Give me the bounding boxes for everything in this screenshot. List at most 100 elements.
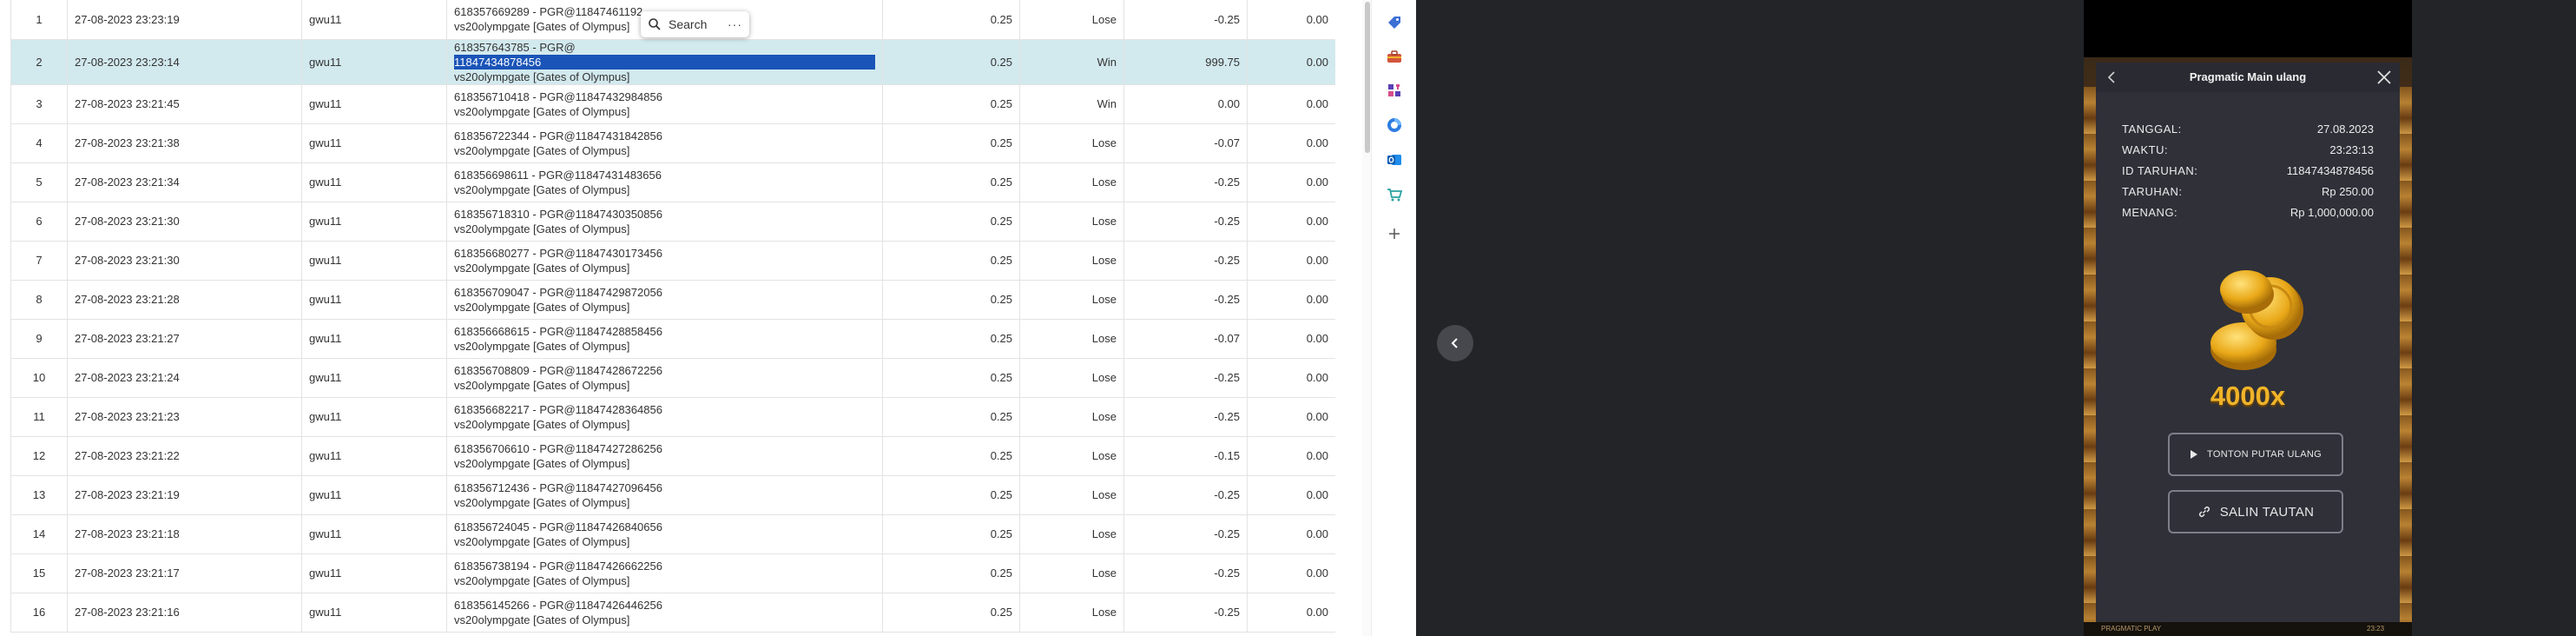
- cell-time: 27-08-2023 23:21:38: [67, 123, 302, 163]
- cell-result: Win: [1019, 84, 1124, 124]
- cell-no: 14: [10, 514, 68, 554]
- cell-reference: 618356708809 - PGR@11847428672256 vs20oly…: [446, 358, 883, 398]
- replay-button[interactable]: TONTON PUTAR ULANG: [2168, 433, 2343, 476]
- cell-balance: 0.00: [1247, 162, 1335, 202]
- cell-time: 27-08-2023 23:21:28: [67, 280, 302, 320]
- win-multiplier: 4000x: [2210, 381, 2286, 411]
- cell-user: gwu11: [301, 514, 447, 554]
- table-row[interactable]: 6 27-08-2023 23:21:30 gwu11 618356718310 - …: [10, 202, 1335, 242]
- info-row-date: TANGGAL: 27.08.2023: [2122, 123, 2374, 136]
- cell-user: gwu11: [301, 39, 447, 85]
- cell-balance: 0.00: [1247, 593, 1335, 633]
- close-icon[interactable]: [2375, 69, 2393, 86]
- table-row[interactable]: 15 27-08-2023 23:21:17 gwu11 618356738194 -…: [10, 553, 1335, 593]
- circle-app-icon[interactable]: [1385, 116, 1404, 135]
- cell-user: gwu11: [301, 123, 447, 163]
- cell-no: 15: [10, 553, 68, 593]
- copy-link-button-label: SALIN TAUTAN: [2219, 504, 2315, 520]
- chess-icon[interactable]: [1385, 81, 1404, 100]
- ref-line-2: vs20olympgate [Gates of Olympus]: [454, 143, 630, 157]
- table-row[interactable]: 8 27-08-2023 23:21:28 gwu11 618356709047 - …: [10, 280, 1335, 320]
- cell-balance: 0.00: [1247, 84, 1335, 124]
- cell-result: Lose: [1019, 162, 1124, 202]
- cell-result: Lose: [1019, 514, 1124, 554]
- ref-line-2: vs20olympgate [Gates of Olympus]: [454, 573, 630, 587]
- cell-balance: 0.00: [1247, 358, 1335, 398]
- ref-line-1: 618356709047 - PGR@11847429872056: [454, 285, 662, 299]
- search-popup[interactable]: Search ···: [641, 11, 749, 37]
- phone-status-area: [2084, 0, 2412, 57]
- cart-icon[interactable]: [1385, 185, 1404, 204]
- cell-bet: 0.25: [882, 0, 1020, 40]
- ref-line-1: 618356698611 - PGR@11847431483656: [454, 168, 662, 182]
- cell-balance: 0.00: [1247, 475, 1335, 515]
- toolbox-icon[interactable]: [1385, 47, 1404, 66]
- cell-result: Lose: [1019, 123, 1124, 163]
- cell-time: 27-08-2023 23:21:22: [67, 436, 302, 476]
- cell-time: 27-08-2023 23:21:30: [67, 241, 302, 281]
- table-row[interactable]: 10 27-08-2023 23:21:24 gwu11 618356708809 -…: [10, 358, 1335, 398]
- table-row[interactable]: 13 27-08-2023 23:21:19 gwu11 618356712436 -…: [10, 475, 1335, 515]
- cell-bet: 0.25: [882, 319, 1020, 359]
- cell-amount: -0.07: [1123, 123, 1248, 163]
- footer-brand: PRAGMATIC PLAY: [2101, 625, 2162, 633]
- cell-reference: 618356668615 - PGR@11847428858456 vs20oly…: [446, 319, 883, 359]
- cell-amount: -0.25: [1123, 553, 1248, 593]
- selected-text[interactable]: 11847434878456: [454, 54, 875, 70]
- cell-result: Lose: [1019, 319, 1124, 359]
- cell-time: 27-08-2023 23:21:24: [67, 358, 302, 398]
- cell-amount: -0.25: [1123, 397, 1248, 437]
- table-row[interactable]: 14 27-08-2023 23:21:18 gwu11 618356724045 -…: [10, 514, 1335, 554]
- ref-line-1: 618356706610 - PGR@11847427286256: [454, 441, 662, 455]
- table-row[interactable]: 4 27-08-2023 23:21:38 gwu11 618356722344 - …: [10, 123, 1335, 163]
- plus-icon[interactable]: [1385, 224, 1404, 243]
- ref-line-1: 618357643785 - PGR@ 11847434878456: [454, 40, 875, 70]
- ref-line-1: 618356682217 - PGR@11847428364856: [454, 402, 662, 416]
- ref-line-2: vs20olympgate [Gates of Olympus]: [454, 613, 630, 626]
- table-row[interactable]: 5 27-08-2023 23:21:34 gwu11 618356698611 - …: [10, 162, 1335, 202]
- cell-bet: 0.25: [882, 475, 1020, 515]
- cell-no: 9: [10, 319, 68, 359]
- table-row[interactable]: 11 27-08-2023 23:21:23 gwu11 618356682217 -…: [10, 397, 1335, 437]
- replay-button-label: TONTON PUTAR ULANG: [2207, 449, 2322, 460]
- cell-time: 27-08-2023 23:21:27: [67, 319, 302, 359]
- cell-bet: 0.25: [882, 397, 1020, 437]
- search-popup-label[interactable]: Search: [669, 17, 707, 31]
- cell-reference: 618356680277 - PGR@11847430173456 vs20oly…: [446, 241, 883, 281]
- cell-time: 27-08-2023 23:21:30: [67, 202, 302, 242]
- table-row[interactable]: 12 27-08-2023 23:21:22 gwu11 618356706610 -…: [10, 436, 1335, 476]
- outlook-icon[interactable]: [1385, 150, 1404, 169]
- table-row[interactable]: 3 27-08-2023 23:21:45 gwu11 618356710418 - …: [10, 84, 1335, 124]
- ref-line-1: 618356712436 - PGR@11847427096456: [454, 480, 662, 494]
- table-row[interactable]: 9 27-08-2023 23:21:27 gwu11 618356668615 - …: [10, 319, 1335, 359]
- more-options-icon[interactable]: ···: [728, 17, 742, 31]
- cell-bet: 0.25: [882, 593, 1020, 633]
- cell-bet: 0.25: [882, 84, 1020, 124]
- cell-time: 27-08-2023 23:21:18: [67, 514, 302, 554]
- cell-no: 12: [10, 436, 68, 476]
- replay-modal: Pragmatic Main ulang TANGGAL: 27.08.2023 …: [2096, 63, 2400, 636]
- table-row[interactable]: 2 27-08-2023 23:23:14 gwu11 618357643785 - …: [10, 39, 1335, 85]
- cell-user: gwu11: [301, 593, 447, 633]
- cell-balance: 0.00: [1247, 0, 1335, 40]
- ref-line-1: 618356710418 - PGR@11847432984856: [454, 89, 662, 103]
- cell-balance: 0.00: [1247, 241, 1335, 281]
- ref-line-2: vs20olympgate [Gates of Olympus]: [454, 534, 630, 548]
- ref-line-2: vs20olympgate [Gates of Olympus]: [454, 70, 630, 83]
- previous-image-button[interactable]: [1437, 325, 1473, 361]
- cell-amount: -0.25: [1123, 241, 1248, 281]
- table-row[interactable]: 7 27-08-2023 23:21:30 gwu11 618356680277 - …: [10, 241, 1335, 281]
- copy-link-button[interactable]: SALIN TAUTAN: [2168, 490, 2343, 533]
- cell-amount: -0.25: [1123, 514, 1248, 554]
- tag-icon[interactable]: [1385, 13, 1404, 32]
- cell-amount: -0.25: [1123, 0, 1248, 40]
- cell-no: 7: [10, 241, 68, 281]
- cell-balance: 0.00: [1247, 436, 1335, 476]
- bets-table-pane: 1 27-08-2023 23:23:19 gwu11 618357669289 - …: [0, 0, 1335, 636]
- table-row[interactable]: 16 27-08-2023 23:21:16 gwu11 618356145266 -…: [10, 593, 1335, 633]
- ref-line-1: 618356708809 - PGR@11847428672256: [454, 363, 662, 377]
- ref-line-1: 618356668615 - PGR@11847428858456: [454, 324, 662, 338]
- scrollbar-thumb[interactable]: [1365, 2, 1370, 153]
- cell-bet: 0.25: [882, 39, 1020, 85]
- cell-balance: 0.00: [1247, 39, 1335, 85]
